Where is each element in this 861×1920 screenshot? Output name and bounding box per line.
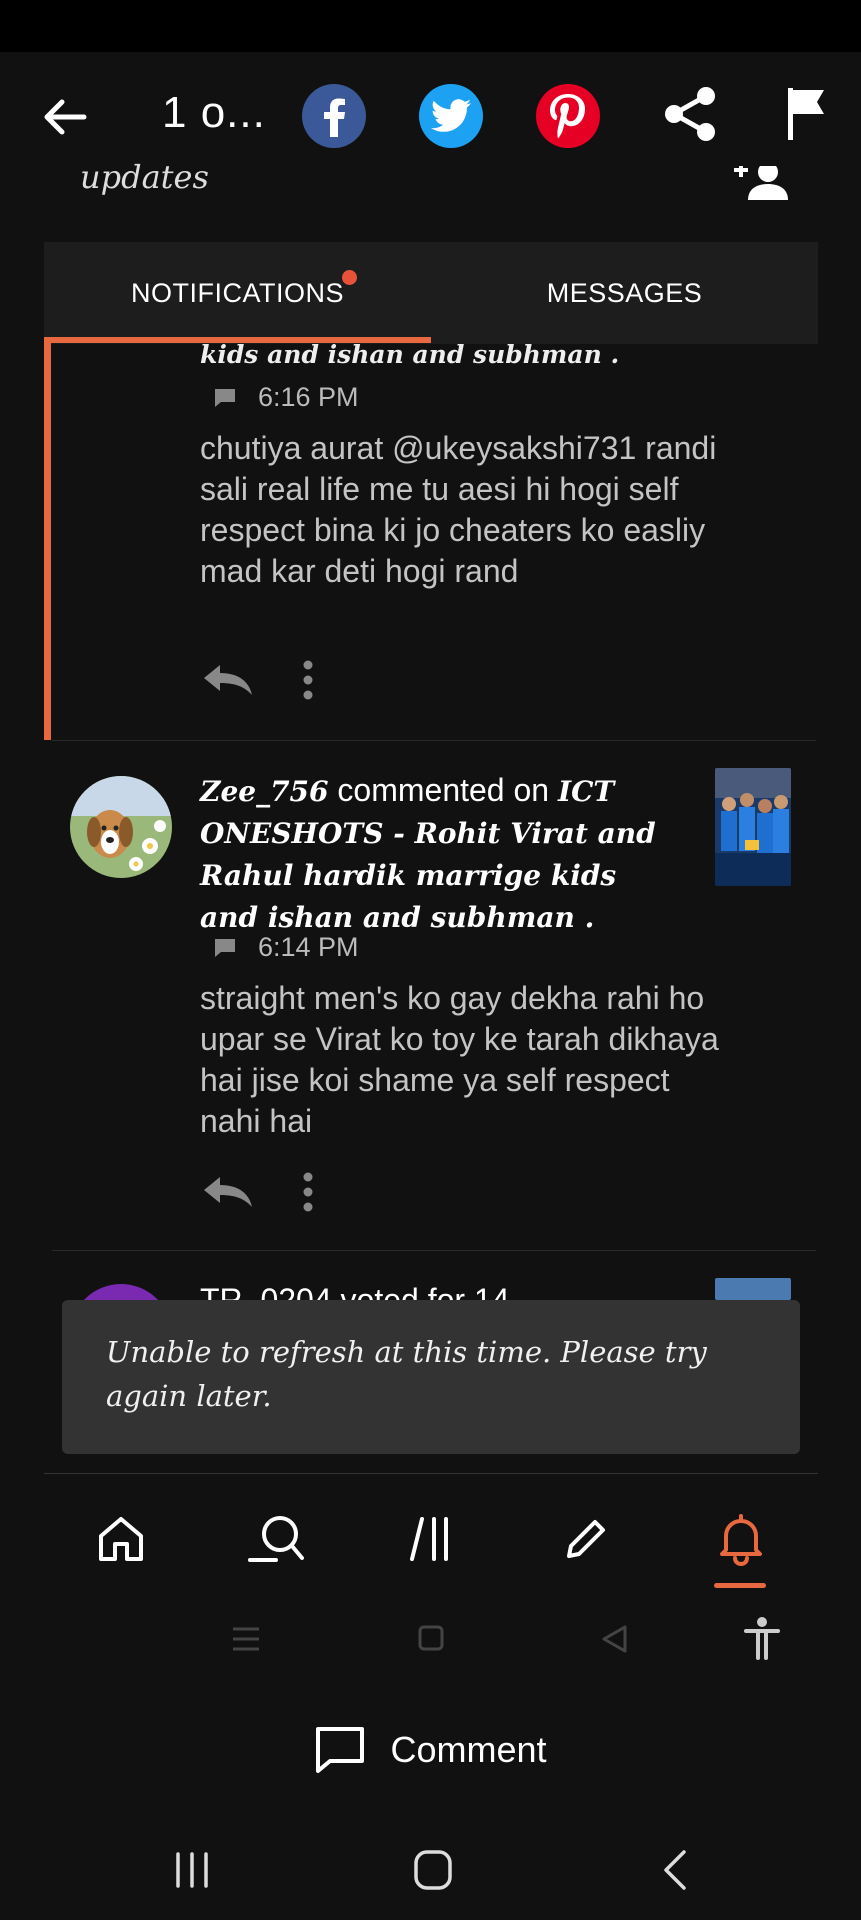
twitter-share-button[interactable] <box>419 84 483 148</box>
story-cover-thumbnail[interactable] <box>715 1278 791 1300</box>
active-nav-indicator <box>713 1582 766 1588</box>
tab-bar: NOTIFICATIONS MESSAGES <box>44 242 818 344</box>
cricket-team-image <box>715 768 791 886</box>
nav-write[interactable] <box>551 1504 621 1574</box>
comment-bubble-icon <box>215 388 235 407</box>
page-title: 1 o... <box>162 88 266 137</box>
timestamp-row: 6:16 PM <box>214 382 359 413</box>
comment-button[interactable]: Comment <box>0 1700 861 1800</box>
notification-verb: commented on <box>328 772 558 808</box>
nav-search[interactable] <box>241 1504 311 1574</box>
facebook-icon <box>324 98 345 137</box>
comment-label: Comment <box>390 1729 547 1770</box>
tab-messages-label: MESSAGES <box>546 277 703 308</box>
tab-notifications-label: NOTIFICATIONS <box>131 277 344 308</box>
reply-icon[interactable] <box>200 663 254 697</box>
secondary-system-bar <box>0 1608 861 1672</box>
recents-icon[interactable] <box>232 1626 260 1652</box>
comment-actions <box>200 660 314 700</box>
reply-icon[interactable] <box>200 1175 254 1209</box>
search-icon <box>248 1515 305 1562</box>
notification-headline: TR_0204 voted for 14 <box>200 1282 510 1302</box>
tab-messages[interactable]: MESSAGES <box>431 242 818 344</box>
add-friend-icon[interactable] <box>734 166 792 206</box>
timestamp: 6:16 PM <box>258 382 359 412</box>
comment-text: straight men's ko gay dekha rahi ho upar… <box>200 980 719 1139</box>
facebook-share-button[interactable] <box>302 84 366 148</box>
new-item-highlight-bar <box>44 337 51 740</box>
back-triangle-icon[interactable] <box>600 1624 628 1654</box>
library-icon <box>409 1516 448 1561</box>
unread-dot-badge <box>342 270 357 285</box>
nav-notifications[interactable] <box>706 1504 776 1588</box>
status-bar <box>0 0 861 52</box>
notification-headline: Zee_756 commented on ICT ONESHOTS - Rohi… <box>200 770 670 938</box>
back-chevron-icon[interactable] <box>660 1848 690 1892</box>
recents-icon[interactable] <box>174 1850 210 1890</box>
section-label: updates <box>80 158 209 196</box>
comment-bubble-icon <box>215 938 235 957</box>
avatar[interactable] <box>70 776 172 878</box>
story-cover-thumbnail[interactable] <box>715 768 791 886</box>
back-arrow-icon[interactable] <box>40 92 90 142</box>
toast-message: Unable to refresh at this time. Please t… <box>62 1300 800 1454</box>
more-options-icon[interactable] <box>302 1172 314 1212</box>
comment-icon <box>316 1727 365 1773</box>
system-navigation-bar <box>0 1820 861 1920</box>
home-button-icon[interactable] <box>412 1848 454 1892</box>
comment-text: chutiya aurat @ukeysakshi731 randi sali … <box>200 430 717 589</box>
nav-library[interactable] <box>396 1504 466 1574</box>
dog-avatar-image <box>70 776 172 878</box>
pinterest-icon <box>550 94 585 139</box>
username-link[interactable]: Zee_756 <box>200 775 329 808</box>
pinterest-share-button[interactable] <box>536 84 600 148</box>
twitter-icon <box>431 99 471 132</box>
pencil-icon <box>566 1519 605 1558</box>
more-options-icon[interactable] <box>302 660 314 700</box>
home-button-icon[interactable] <box>418 1624 444 1652</box>
bottom-navigation <box>44 1473 818 1603</box>
story-title[interactable]: kids and ishan and subhman . <box>200 340 619 368</box>
report-flag-icon[interactable] <box>786 86 826 142</box>
accessibility-icon[interactable] <box>744 1616 780 1660</box>
list-divider <box>52 740 816 741</box>
list-divider <box>52 1250 816 1251</box>
tab-notifications[interactable]: NOTIFICATIONS <box>44 242 431 344</box>
home-icon <box>99 1516 144 1561</box>
share-icon[interactable] <box>660 84 720 144</box>
comment-actions <box>200 1172 314 1212</box>
timestamp: 6:14 PM <box>258 932 359 962</box>
timestamp-row: 6:14 PM <box>214 932 359 963</box>
bell-icon <box>719 1513 762 1566</box>
nav-home[interactable] <box>86 1504 156 1574</box>
